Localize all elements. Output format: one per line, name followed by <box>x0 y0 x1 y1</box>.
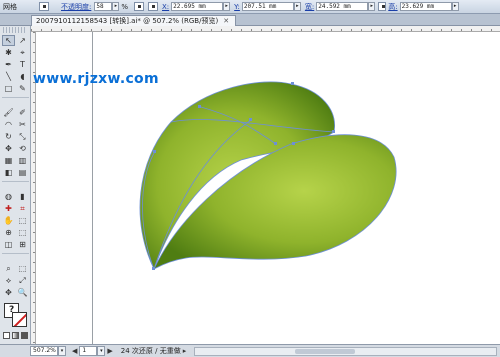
anchor-point[interactable] <box>332 130 335 133</box>
width-stepper-icon[interactable]: ▸ <box>368 2 376 11</box>
status-menu-icon[interactable]: ▸ <box>181 347 189 355</box>
blob-brush-tool-icon[interactable]: ✐ <box>16 107 29 118</box>
column-graph-tool-icon[interactable]: ▥ <box>16 155 29 166</box>
rotate-tool-icon[interactable]: ↻ <box>2 131 15 142</box>
color-mode-row <box>3 332 28 339</box>
rectangle-tool-icon[interactable]: □ <box>2 83 15 94</box>
height-label[interactable]: 高: <box>388 2 397 12</box>
anchor-point[interactable] <box>249 118 252 121</box>
stroke-swatch-icon[interactable] <box>39 2 49 11</box>
reference-point-icon[interactable] <box>148 2 159 11</box>
control-bar-title: 网格 <box>3 2 17 11</box>
anchor-point[interactable] <box>152 267 155 270</box>
width-field[interactable]: 24.592 mm <box>316 2 369 11</box>
tool-separator <box>2 181 29 182</box>
slice-tool-icon[interactable]: ⬚ <box>16 227 29 238</box>
anchor-point[interactable] <box>198 105 201 108</box>
zoom-dropdown-icon[interactable]: ▾ <box>58 346 66 356</box>
reshape-tool-icon[interactable]: ⟲ <box>16 143 29 154</box>
width-tool-icon[interactable]: ⤢ <box>16 275 29 286</box>
control-bar: 网格 不透明度: 58 ▸ % X: 22.695 mm ▸ Y: 207.51… <box>0 0 500 14</box>
height-field[interactable]: 23.629 mm <box>399 2 452 11</box>
paintbrush-tool-icon[interactable]: 🖌 <box>2 107 15 118</box>
zoom-field[interactable]: 507.2% <box>30 346 58 356</box>
eraser-tool-icon[interactable]: ◫ <box>2 239 15 250</box>
opacity-dropdown-icon[interactable]: ▸ <box>112 2 120 11</box>
direct-selection-tool-icon[interactable]: ↗ <box>16 35 29 46</box>
watermark-text: www.rjzxw.com <box>33 71 159 87</box>
constrain-link-icon[interactable] <box>378 2 387 11</box>
anchor-point[interactable] <box>292 142 295 145</box>
opacity-unit: % <box>121 2 129 11</box>
status-bar: 507.2% ▾ ◀ 1 ▾ ▶ 24 次还原 / 无重做 ▸ <box>0 344 500 357</box>
tool-grid: ↖ ↗ ✱ ⌖ ✒ T ╲ ◖ □ ✎ 🖌 ✐ ◠ ✂ ↻ ⤡ ✥ ⟲ ▦ ▥ ◧ ▤ ◍ ▮ ✚ ⌗ ✋ ⬚ ⊕ ⬚ ◫ ⊞ ⌕ ⬚ ⟡ ⤢ ✥ 🔍 <box>0 35 30 298</box>
line-segment-tool-icon[interactable]: ╲ <box>2 71 15 82</box>
free-transform-tool-icon[interactable]: ✥ <box>2 287 15 298</box>
lasso-tool-icon[interactable]: ⌖ <box>16 47 29 58</box>
height-stepper-icon[interactable]: ▸ <box>451 2 459 11</box>
x-label[interactable]: X: <box>162 3 169 11</box>
gradient-tool-icon[interactable]: ▤ <box>16 167 29 178</box>
x-stepper-icon[interactable]: ▸ <box>223 2 231 11</box>
close-icon[interactable]: ✕ <box>223 17 229 25</box>
prev-artboard-icon[interactable]: ◀ <box>70 347 79 355</box>
tool-separator <box>2 97 29 98</box>
scrollbar-thumb[interactable] <box>295 348 356 354</box>
color-mode-icon[interactable] <box>3 332 10 339</box>
magic-wand-tool-icon[interactable]: ✱ <box>2 47 15 58</box>
pencil-tool-icon[interactable]: ✎ <box>16 83 29 94</box>
live-paint-tool-icon[interactable]: ✚ <box>2 203 15 214</box>
next-artboard-icon[interactable]: ▶ <box>105 347 114 355</box>
y-stepper-icon[interactable]: ▸ <box>293 2 301 11</box>
y-label[interactable]: Y: <box>234 3 240 11</box>
eyedropper-tool-icon[interactable]: ◍ <box>2 191 15 202</box>
opacity-field[interactable]: 58 <box>94 2 113 11</box>
opacity-link[interactable]: 不透明度: <box>61 2 91 12</box>
undo-status-text: 24 次还原 / 无重做 <box>120 347 181 355</box>
document-tab[interactable]: 2007910112158543 [转换].ai* @ 507.2% (RGB/… <box>31 15 237 26</box>
artboard-dropdown-icon[interactable]: ▾ <box>97 346 106 356</box>
warp-tool-icon[interactable]: ✥ <box>2 143 15 154</box>
magnifier-tool-icon[interactable]: 🔍 <box>16 287 29 298</box>
hand-tool-icon[interactable]: ✋ <box>2 215 15 226</box>
artboard-number-field[interactable]: 1 <box>79 346 98 356</box>
scale-tool-icon[interactable]: ⤡ <box>16 131 29 142</box>
fill-stroke-swatches[interactable]: ? <box>4 303 28 327</box>
smooth-tool-icon[interactable]: ◠ <box>2 119 15 130</box>
artboard-tool-icon[interactable]: ⬚ <box>16 215 29 226</box>
type-tool-icon[interactable]: T <box>16 59 29 70</box>
selection-tool-icon[interactable]: ↖ <box>2 35 15 46</box>
stroke-none-swatch[interactable] <box>12 312 27 327</box>
tools-panel: ↖ ↗ ✱ ⌖ ✒ T ╲ ◖ □ ✎ 🖌 ✐ ◠ ✂ ↻ ⤡ ✥ ⟲ ▦ ▥ ◧ ▤ ◍ ▮ ✚ ⌗ ✋ ⬚ ⊕ ⬚ ◫ ⊞ ⌕ ⬚ ⟡ ⤢ ✥ 🔍 ? <box>0 26 31 344</box>
scissors-tool-icon[interactable]: ✂ <box>16 119 29 130</box>
zoom-tool-icon[interactable]: ⌕ <box>2 263 15 274</box>
symbol-sprayer-tool-icon[interactable]: ▦ <box>2 155 15 166</box>
document-tab-label: 2007910112158543 [转换].ai* @ 507.2% (RGB/… <box>36 17 219 25</box>
shape-builder-tool-icon[interactable]: ⟡ <box>2 275 15 286</box>
width-label[interactable]: 宽: <box>305 2 314 12</box>
tool-separator <box>2 253 29 254</box>
document-tab-bar: 2007910112158543 [转换].ai* @ 507.2% (RGB/… <box>0 14 500 26</box>
symbol-tool-icon[interactable]: ⊕ <box>2 227 15 238</box>
none-mode-icon[interactable] <box>21 332 28 339</box>
y-field[interactable]: 207.51 mm <box>241 2 294 11</box>
print-tiling-tool-icon[interactable]: ⬚ <box>16 263 29 274</box>
pen-tool-icon[interactable]: ✒ <box>2 59 15 70</box>
anchor-point[interactable] <box>291 82 294 85</box>
live-paint-select-tool-icon[interactable]: ⌗ <box>16 203 29 214</box>
anchor-point[interactable] <box>274 142 277 145</box>
mesh-tool-icon[interactable]: ◧ <box>2 167 15 178</box>
x-field[interactable]: 22.695 mm <box>171 2 224 11</box>
anchor-point[interactable] <box>153 150 156 153</box>
arc-tool-icon[interactable]: ◖ <box>16 71 29 82</box>
tools-panel-grip[interactable] <box>3 27 27 33</box>
align-icon[interactable] <box>134 2 145 11</box>
blend-tool-icon[interactable]: ▮ <box>16 191 29 202</box>
gradient-mode-icon[interactable] <box>12 332 19 339</box>
perspective-tool-icon[interactable]: ⊞ <box>16 239 29 250</box>
horizontal-scrollbar[interactable] <box>194 346 497 356</box>
